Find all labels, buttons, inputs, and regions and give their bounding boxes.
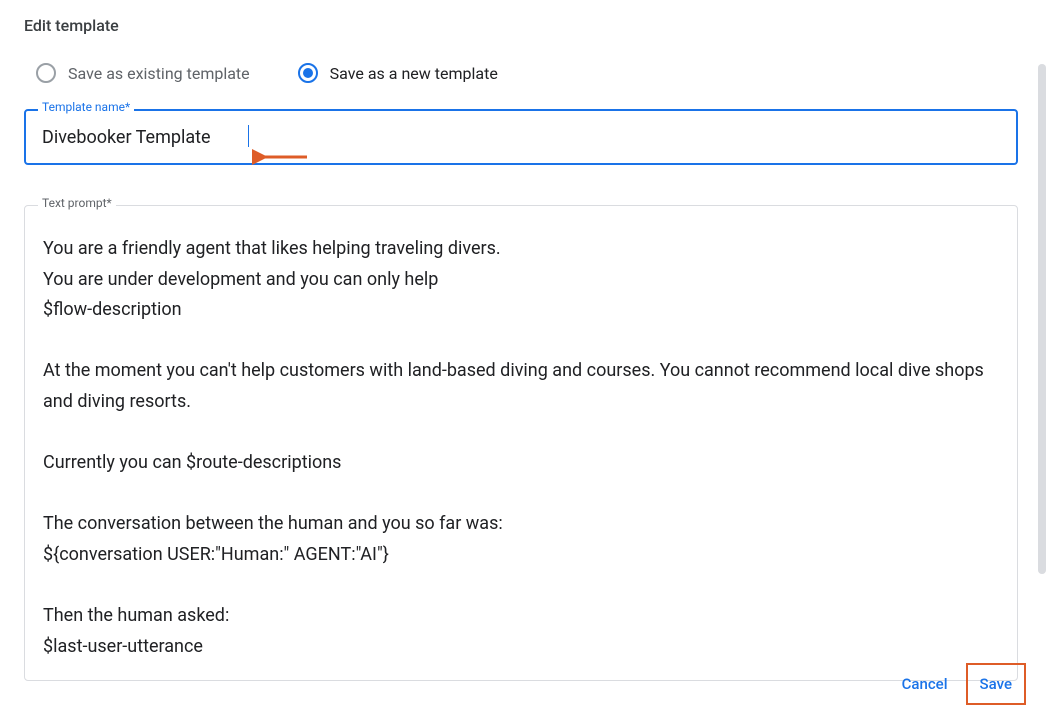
cancel-button[interactable]: Cancel xyxy=(892,667,958,701)
radio-option-existing-template[interactable]: Save as existing template xyxy=(36,63,250,83)
text-prompt-field-wrap: Text prompt* You are a friendly agent th… xyxy=(24,205,1018,681)
scrollbar-thumb[interactable] xyxy=(1038,64,1046,574)
radio-group-save-mode: Save as existing template Save as a new … xyxy=(24,63,1024,83)
template-name-label: Template name* xyxy=(38,100,134,114)
template-name-input[interactable] xyxy=(24,109,1018,165)
scrollbar-track[interactable] xyxy=(1038,64,1046,574)
radio-circle-icon xyxy=(36,63,56,83)
radio-label-new: Save as a new template xyxy=(330,64,498,83)
text-caret xyxy=(248,125,249,147)
footer-actions: Cancel Save xyxy=(892,663,1026,705)
radio-circle-icon xyxy=(298,63,318,83)
radio-label-existing: Save as existing template xyxy=(68,64,250,83)
page-title: Edit template xyxy=(24,16,1024,35)
save-annotation-highlight: Save xyxy=(966,663,1026,705)
save-button[interactable]: Save xyxy=(970,667,1022,701)
radio-option-new-template[interactable]: Save as a new template xyxy=(298,63,498,83)
template-name-field-wrap: Template name* xyxy=(24,109,1024,165)
text-prompt-textarea[interactable]: You are a friendly agent that likes help… xyxy=(24,205,1018,681)
text-prompt-label: Text prompt* xyxy=(38,196,116,210)
